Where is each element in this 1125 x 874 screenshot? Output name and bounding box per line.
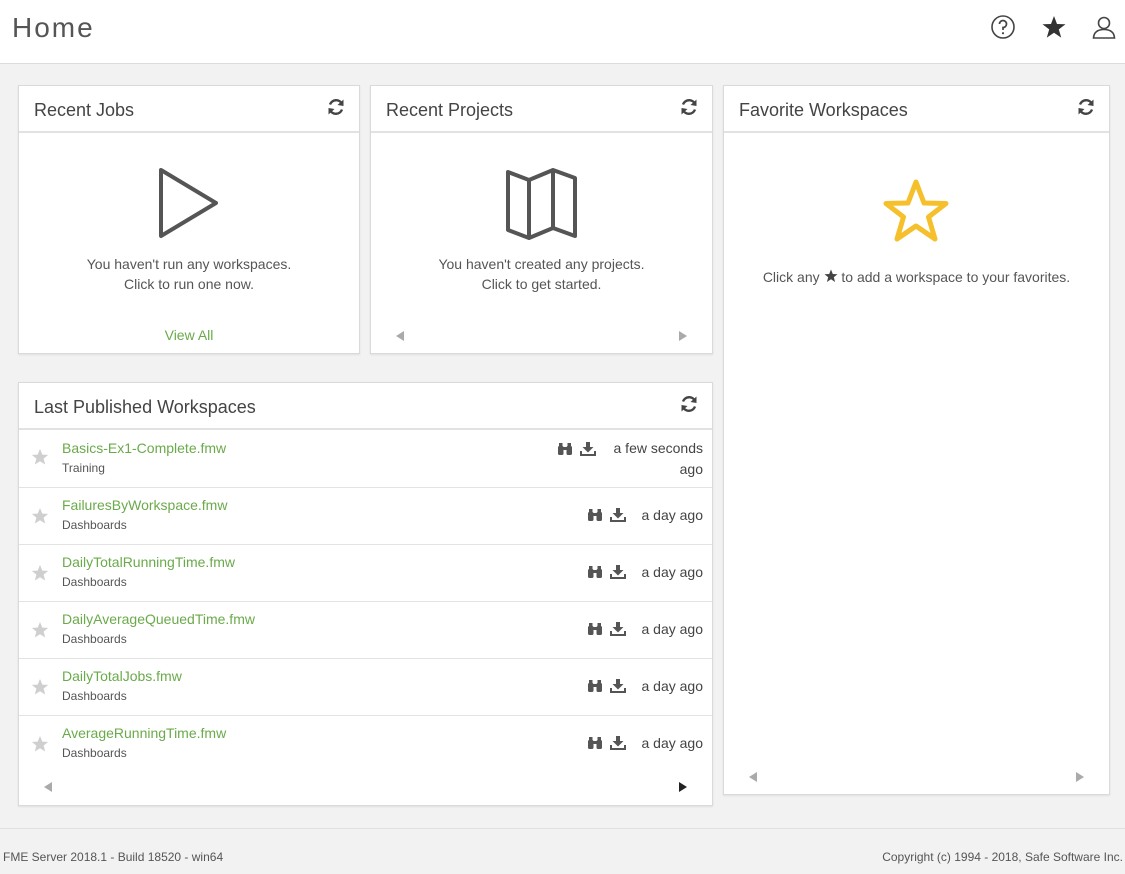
repository-name: Dashboards [62,575,127,589]
binoculars-icon[interactable] [587,736,603,750]
empty-message-line: You haven't run any workspaces. [86,256,292,272]
workspace-name-link[interactable]: Basics-Ex1-Complete.fmw [62,440,226,456]
binoculars-icon[interactable] [587,679,603,693]
published-time: a day ago [642,676,704,697]
empty-message-line: Click to run one now. [124,276,254,292]
favorite-star-icon[interactable] [31,564,49,582]
published-time: a day ago [642,733,704,754]
help-icon[interactable] [990,14,1016,40]
recent-jobs-panel: Recent Jobs You haven't run any workspac… [18,85,360,354]
next-arrow-icon[interactable] [1075,771,1085,783]
published-time: a day ago [642,505,704,526]
published-time: a day ago [642,562,704,583]
published-time-text: ago [679,461,703,477]
empty-message[interactable]: You haven't created any projects. Click … [371,254,712,294]
copyright: Copyright (c) 1994 - 2018, Safe Software… [882,850,1123,864]
table-row: Basics-Ex1-Complete.fmw Training a few sec… [19,430,712,488]
favorite-star-icon[interactable] [31,735,49,753]
empty-message[interactable]: You haven't run any workspaces. Click to… [19,254,359,294]
refresh-icon[interactable] [326,97,346,117]
favorites-star-icon[interactable] [1041,14,1067,40]
download-icon[interactable] [610,508,626,522]
prev-arrow-icon[interactable] [748,771,758,783]
favorites-hint-text: Click any [762,269,820,285]
published-time-text: a day ago [641,564,704,580]
repository-name: Dashboards [62,632,127,646]
favorites-hint-text: to add a workspace to your favorites. [841,269,1071,285]
published-time-text: a few seconds [613,440,704,456]
table-row: AverageRunningTime.fmw Dashboards a day ag… [19,716,712,773]
last-published-panel: Last Published Workspaces Basics-Ex1-Com… [18,382,713,806]
download-icon[interactable] [610,736,626,750]
next-arrow-icon[interactable] [678,781,688,793]
published-time-text: a day ago [641,621,704,637]
panel-header: Recent Jobs [19,86,359,133]
workspace-name-link[interactable]: AverageRunningTime.fmw [62,725,226,741]
workspace-name-link[interactable]: FailuresByWorkspace.fmw [62,497,227,513]
repository-name: Training [62,461,105,475]
empty-message-line: You haven't created any projects. [438,256,645,272]
page-title: Home [12,12,95,43]
refresh-icon[interactable] [1076,97,1096,117]
view-all-link[interactable]: View All [19,325,359,345]
table-row: DailyAverageQueuedTime.fmw Dashboards a da… [19,602,712,659]
user-icon[interactable] [1091,14,1117,40]
favorite-star-icon[interactable] [31,678,49,696]
binoculars-icon[interactable] [587,508,603,522]
prev-arrow-icon[interactable] [395,330,405,342]
favorite-star-icon[interactable] [31,621,49,639]
refresh-icon[interactable] [679,394,699,414]
panel-title: Recent Projects [386,100,514,120]
panel-header: Last Published Workspaces [19,383,712,430]
favorite-star-icon[interactable] [31,448,49,466]
table-row: DailyTotalRunningTime.fmw Dashboards a day… [19,545,712,602]
repository-name: Dashboards [62,689,127,703]
next-arrow-icon[interactable] [678,330,688,342]
panel-header: Favorite Workspaces [724,86,1109,133]
version-info: FME Server 2018.1 - Build 18520 - win64 [3,850,224,864]
workspace-name-link[interactable]: DailyTotalJobs.fmw [62,668,182,684]
binoculars-icon[interactable] [587,565,603,579]
published-time-text: a day ago [641,678,704,694]
footer: FME Server 2018.1 - Build 18520 - win64 … [0,828,1125,874]
panel-title: Favorite Workspaces [739,100,908,120]
favorite-star-icon[interactable] [31,507,49,525]
workspace-name-link[interactable]: DailyTotalRunningTime.fmw [62,554,235,570]
download-icon[interactable] [580,442,596,456]
panel-title: Recent Jobs [34,100,135,120]
map-icon[interactable] [505,168,579,240]
favorites-hint: Click any to add a workspace to your fav… [724,267,1109,287]
table-row: FailuresByWorkspace.fmw Dashboards a day a… [19,488,712,545]
empty-message-line: Click to get started. [481,276,602,292]
play-icon[interactable] [158,167,220,239]
recent-projects-panel: Recent Projects You haven't created any … [370,85,713,354]
published-time: a few seconds ago [614,438,704,480]
published-time: a day ago [642,619,704,640]
refresh-icon[interactable] [679,97,699,117]
download-icon[interactable] [610,565,626,579]
table-row: DailyTotalJobs.fmw Dashboards a day ago [19,659,712,716]
star-icon [824,269,837,282]
panel-title: Last Published Workspaces [34,397,256,417]
repository-name: Dashboards [62,518,127,532]
favorite-workspaces-panel: Favorite Workspaces Click any to add a w… [723,85,1110,795]
repository-name: Dashboards [62,746,127,760]
binoculars-icon[interactable] [587,622,603,636]
download-icon[interactable] [610,679,626,693]
published-time-text: a day ago [641,507,704,523]
workspace-name-link[interactable]: DailyAverageQueuedTime.fmw [62,611,255,627]
star-outline-icon [883,179,949,242]
panel-header: Recent Projects [371,86,712,133]
prev-arrow-icon[interactable] [43,781,53,793]
binoculars-icon[interactable] [557,442,573,456]
published-time-text: a day ago [641,735,704,751]
top-header: Home [0,0,1125,64]
download-icon[interactable] [610,622,626,636]
